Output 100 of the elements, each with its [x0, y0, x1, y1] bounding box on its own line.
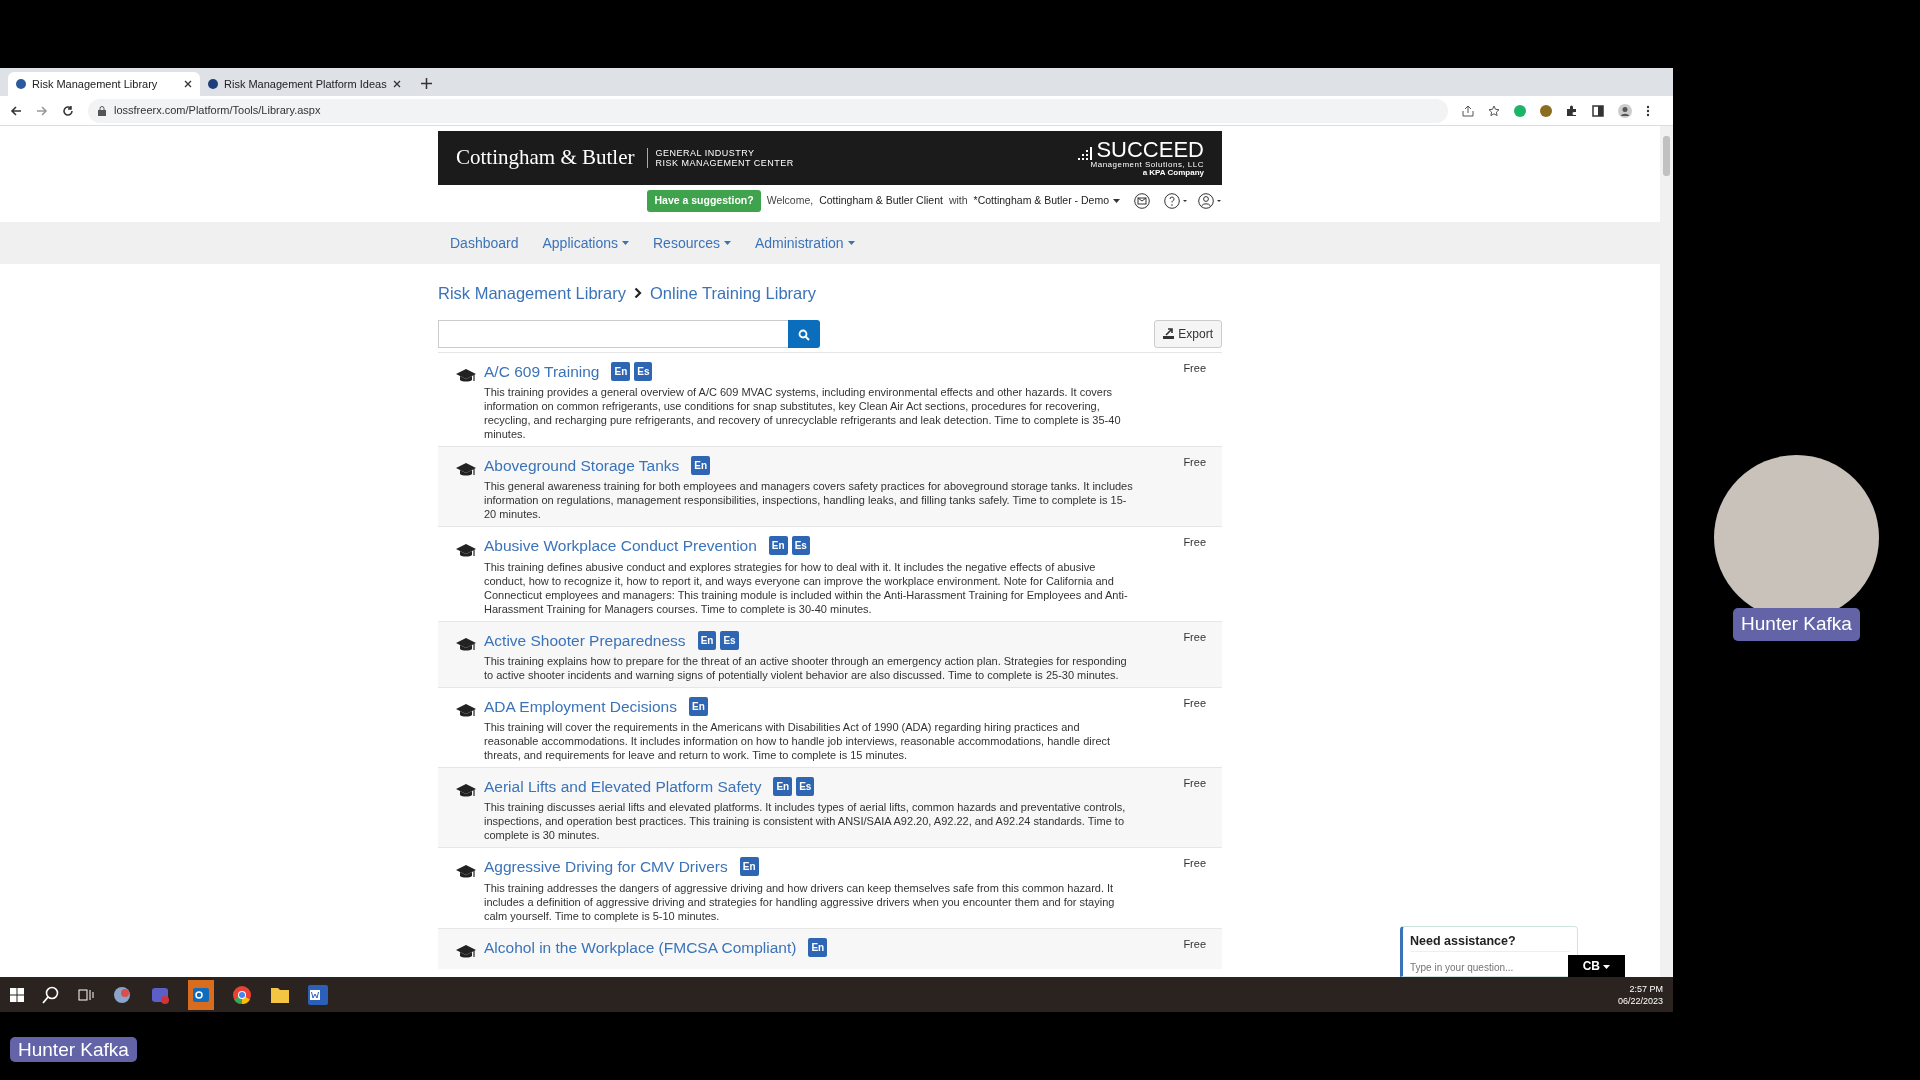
partner-tagline: a KPA Company [1142, 169, 1204, 177]
course-title-link[interactable]: Aggressive Driving for CMV Drivers [484, 855, 728, 879]
caret-icon [1113, 199, 1120, 203]
course-price: Free [1183, 629, 1206, 645]
new-tab-icon[interactable] [420, 78, 432, 89]
welcome-text: Welcome, [766, 193, 814, 209]
suggestion-button[interactable]: Have a suggestion? [647, 190, 761, 212]
course-description: This training explains how to prepare for the threat of an active shooter through an emergency action plan. Strategies for responding to active shooter incidents and warning signs of potentially violent behavior are also discussed. Time to complete is 25-30 minutes. [484, 653, 1128, 682]
caret-icon [847, 241, 855, 245]
course-title-link[interactable]: A/C 609 Training [484, 359, 600, 383]
graduation-cap-icon [456, 637, 476, 653]
search-icon[interactable] [42, 985, 60, 1004]
nav-link[interactable]: Resources [641, 232, 743, 254]
course-title-link[interactable]: Aboveground Storage Tanks [484, 454, 680, 478]
envelope-icon[interactable] [1134, 193, 1150, 209]
windows-start-icon[interactable] [10, 987, 24, 1002]
browser-tab[interactable]: Risk Management Library [8, 72, 200, 96]
back-icon[interactable] [10, 104, 22, 117]
chat-input[interactable]: Type in your question... [1410, 950, 1570, 977]
course-price: Free [1183, 535, 1206, 551]
word-icon[interactable] [308, 984, 328, 1005]
chrome-icon[interactable] [232, 984, 252, 1005]
dots-logo-icon [1078, 147, 1093, 161]
lock-icon [98, 105, 106, 116]
language-badge[interactable]: Es [796, 777, 815, 797]
course-description: This training defines abusive conduct and explores strategies for how to deal with it. It includes the negative effects of abusive conduct, how to recognize it, how to report it, and ways everyone can improve the workplace environment. Note for California and Connecticut employees and managers: This training module is included within the Anti-Harassment Training for Employees and Anti-Harassment Training for Managers courses. Time to complete is 30-40 minutes. [484, 559, 1129, 616]
forward-icon[interactable] [36, 104, 48, 117]
course-description: This training will cover the requirements in the Americans with Disabilities Act of 1990 (ADA) regarding hiring practices and reasonable accommodations. It includes information on how to handle job interviews, reasonable accommodations, handle direct threats, and requirements for leave and return to work. Time to complete is 15 minutes. [484, 720, 1112, 762]
extension-icon[interactable] [1514, 104, 1526, 117]
graduation-cap-icon [456, 369, 476, 384]
caret-icon [622, 241, 629, 245]
export-button[interactable]: Export [1154, 319, 1222, 348]
language-badge[interactable]: En [697, 630, 717, 650]
course-description: This training provides a general overview of A/C 609 MVAC systems, including environmental effects and other hazards. It covers information on common refrigerants, use conditions for snap substitutes, key Clean Air Act sections, procedures for recovering, recycling, and recharging pure refrigerants, and recovery of unrecyclable refrigerants and leak detection. Time to complete is 35-40 minutes. [484, 385, 1122, 441]
caret-icon [723, 241, 731, 245]
chat-widget-button[interactable]: CB [1568, 955, 1625, 977]
help-icon[interactable] [1164, 193, 1188, 209]
search-button[interactable] [788, 319, 820, 348]
course-description: This general awareness training for both employees and managers covers safety practices for aboveground storage tanks. It includes information on regulations, management responsibilities, inspections, handling leaks, and filling tanks safely. Time to complete is 15-20 minutes. [484, 479, 1134, 522]
account-dropdown[interactable]: *Cottingham & Butler - Demo [973, 193, 1120, 209]
puzzle-icon[interactable] [1566, 104, 1578, 117]
course-price: Free [1183, 695, 1206, 711]
language-badge[interactable]: En [808, 937, 828, 957]
caret-icon [1603, 964, 1611, 969]
course-title-link[interactable]: Alcohol in the Workplace (FMCSA Compliant) [484, 935, 797, 959]
profile-icon[interactable] [1618, 103, 1632, 118]
sidebar-icon[interactable] [1592, 104, 1604, 117]
graduation-cap-icon [456, 864, 476, 880]
participant-name: Hunter Kafka [10, 1037, 137, 1062]
chevron-icon [634, 287, 642, 300]
graduation-cap-icon [456, 543, 476, 559]
language-badge[interactable]: Es [791, 536, 810, 556]
language-badge[interactable]: En [611, 361, 631, 381]
search-icon [798, 328, 810, 341]
language-badge[interactable]: En [688, 696, 708, 716]
folder-icon[interactable] [270, 985, 290, 1004]
task-view-icon[interactable] [78, 987, 94, 1002]
course-title-link[interactable]: ADA Employment Decisions [484, 694, 677, 718]
language-badge[interactable]: Es [720, 630, 739, 650]
site-icon [208, 79, 218, 89]
nav-link[interactable]: Administration [742, 232, 867, 254]
course-title-link[interactable]: Active Shooter Preparedness [484, 628, 686, 652]
graduation-cap-icon [456, 944, 476, 960]
course-description: This training addresses the dangers of aggressive driving and how drivers can keep themselves safe from this common hazard. It includes a definition of aggressive driving and strategies for handling aggressive drivers when you encounter them and for staying calm yourself. Time to complete is 5-10 minutes. [484, 880, 1116, 923]
partner-tagline: Management Solutions, LLC [1089, 161, 1204, 169]
extension-icon[interactable] [1540, 104, 1552, 117]
address-bar[interactable]: lossfreerx.com/Platform/Tools/Library.aspx [88, 98, 1448, 123]
language-badge[interactable]: En [768, 536, 788, 556]
course-price: Free [1183, 936, 1206, 952]
star-icon[interactable] [1488, 104, 1500, 117]
course-title-link[interactable]: Aerial Lifts and Elevated Platform Safety [484, 775, 762, 799]
breadcrumb-link[interactable]: Risk Management Library [438, 281, 626, 306]
partner-logo: SUCCEED [1096, 139, 1204, 161]
app-icon[interactable] [112, 984, 132, 1005]
scrollbar[interactable] [1660, 126, 1673, 977]
language-badge[interactable]: En [773, 777, 793, 797]
welcome-text: with [948, 193, 968, 209]
course-price: Free [1183, 856, 1206, 872]
breadcrumb-link[interactable]: Online Training Library [650, 281, 816, 306]
banner-subtitle: GENERAL INDUSTRY [655, 148, 756, 158]
user-name: Cottingham & Butler Client [819, 193, 943, 209]
brand-logo: Cottingham & Butler [456, 144, 635, 172]
clock-time: 2:57 PM [1628, 982, 1663, 995]
outlook-icon[interactable] [188, 979, 214, 1010]
chat-title: Need assistance? [1410, 933, 1517, 950]
user-icon[interactable] [1198, 193, 1222, 209]
browser-tab[interactable]: Risk Management Platform Ideas [200, 72, 409, 96]
nav-link[interactable]: Applications [530, 232, 641, 254]
language-badge[interactable]: En [691, 456, 711, 476]
menu-icon[interactable] [1646, 104, 1650, 117]
reload-icon[interactable] [62, 104, 74, 117]
nav-link[interactable]: Dashboard [438, 232, 531, 254]
close-icon[interactable] [392, 80, 401, 88]
language-badge[interactable]: Es [634, 361, 653, 381]
course-title-link[interactable]: Abusive Workplace Conduct Prevention [484, 534, 757, 558]
clock-date: 06/22/2023 [1617, 994, 1663, 1007]
language-badge[interactable]: En [739, 857, 759, 877]
close-icon[interactable] [184, 80, 192, 88]
search-field[interactable] [438, 319, 788, 348]
share-icon[interactable] [1462, 104, 1474, 117]
